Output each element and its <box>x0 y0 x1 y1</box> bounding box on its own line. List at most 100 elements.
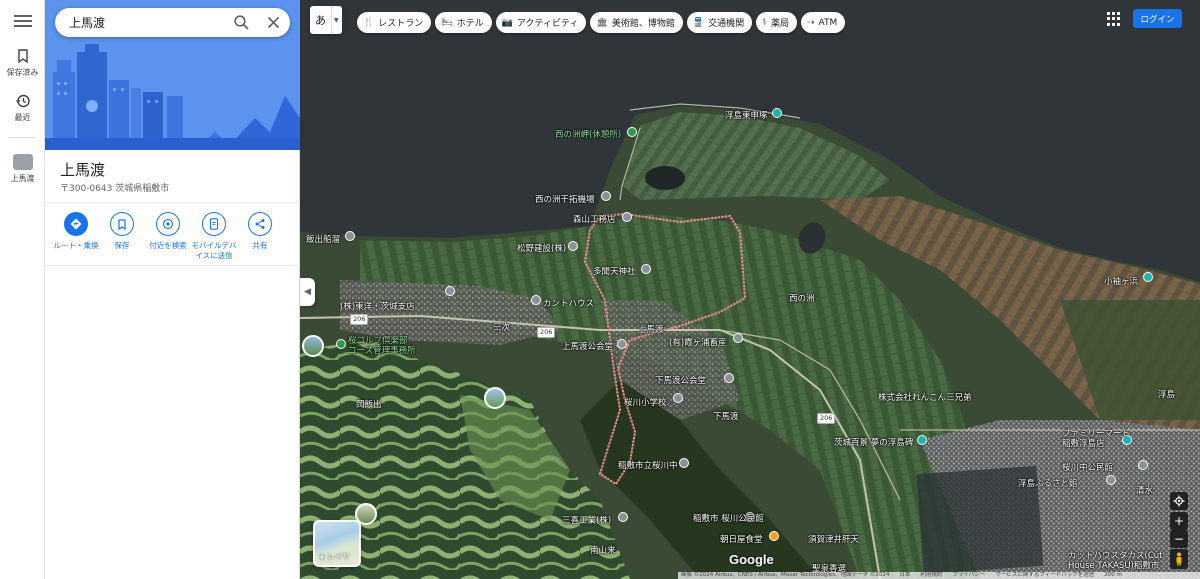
input-method-button[interactable]: あ ▼ <box>310 6 342 34</box>
map-label[interactable]: 桜川中公民館 <box>1062 461 1113 473</box>
share-button[interactable]: 共有 <box>237 212 283 261</box>
map-label[interactable]: ファミリーマート 稲敷浮島店 <box>1062 429 1130 449</box>
feedback-link[interactable]: サービスに関するフィードバックを送信 <box>995 572 1094 579</box>
map-pin[interactable] <box>772 108 782 118</box>
rail-recent[interactable]: 最近 <box>0 93 45 123</box>
terms-link[interactable]: 利用規約 <box>920 572 942 579</box>
map-pin[interactable] <box>622 212 632 222</box>
map-pin[interactable] <box>733 333 743 343</box>
map-label[interactable]: 西の洲干拓機場 <box>535 193 595 205</box>
menu-icon[interactable] <box>12 12 34 32</box>
map-pin[interactable] <box>445 286 455 296</box>
map-pin[interactable] <box>627 127 637 137</box>
search-icon[interactable] <box>233 14 250 31</box>
map-label[interactable]: 稲敷市立桜川中 <box>618 459 678 471</box>
map-pin[interactable] <box>673 393 683 403</box>
map-label[interactable]: 松野建設(株) <box>517 242 566 254</box>
rail-saved[interactable]: 保存済み <box>0 48 45 78</box>
map-label[interactable]: 西の洲岬(休憩所) <box>555 128 621 140</box>
photo-thumbnail[interactable] <box>484 387 506 409</box>
layers-button[interactable]: ◈ レイヤ <box>313 520 361 567</box>
chip-pharmacy[interactable]: ⚕ 薬局 <box>756 12 797 33</box>
chip-transit[interactable]: 🚆 交通機関 <box>686 12 753 33</box>
map-pin[interactable] <box>336 339 346 349</box>
map-pin[interactable] <box>679 458 689 468</box>
chip-label: ホテル <box>456 19 484 29</box>
close-icon[interactable] <box>265 14 282 31</box>
map-label[interactable]: (株)東洋・茨城支店 <box>340 300 415 312</box>
map-label[interactable]: 西の洲 <box>789 292 815 304</box>
map-pin[interactable] <box>601 191 611 201</box>
chip-activities[interactable]: 📷 アクティビティ <box>495 12 587 33</box>
map-label[interactable]: 三次 <box>493 321 510 333</box>
satellite-map[interactable]: 206 206 206 浮島東申塚 西の洲岬(休憩所) 西の洲干拓機場 森山工務… <box>300 0 1200 579</box>
map-label[interactable]: 飯出船溜 <box>306 233 340 245</box>
map-label[interactable]: 小袖ヶ浜 <box>1104 275 1138 287</box>
fork-knife-icon: 🍴 <box>363 17 375 28</box>
chip-restaurant[interactable]: 🍴 レストラン <box>357 12 432 33</box>
map-pin[interactable] <box>641 264 651 274</box>
rail-place[interactable]: 上馬渡 <box>0 154 45 184</box>
map-label[interactable]: 浮島東申塚 <box>725 109 768 121</box>
map-label[interactable]: 下馬渡 <box>713 410 739 422</box>
map-label[interactable]: 三喜工業(株) <box>562 514 611 526</box>
send-to-device-button[interactable]: モバイルデバイスに送信 <box>191 212 237 261</box>
museum-icon: 🏛 <box>596 17 608 28</box>
map-label[interactable]: 森山工務店 <box>573 213 616 225</box>
map-label[interactable]: 上馬渡 <box>638 323 664 335</box>
my-location-button[interactable] <box>1170 492 1188 510</box>
map-label[interactable]: 南山来 <box>590 544 616 556</box>
map-pin[interactable] <box>1106 475 1116 485</box>
map-pin[interactable] <box>531 295 541 305</box>
map-label[interactable]: 稲敷市 桜川公民館 <box>693 512 764 524</box>
nearby-button[interactable]: 付近を検索 <box>145 212 191 261</box>
map-pin[interactable] <box>1138 460 1148 470</box>
map-label[interactable]: カントハウス <box>543 297 594 309</box>
chip-label: 交通機関 <box>708 19 745 29</box>
collapse-panel-button[interactable]: ◀ <box>300 278 315 306</box>
login-button[interactable]: ログイン <box>1133 9 1182 28</box>
scale-label[interactable]: 200 m <box>1104 572 1122 579</box>
chip-atm[interactable]: ⇢ ATM <box>800 12 846 33</box>
map-pin[interactable] <box>724 373 734 383</box>
apps-grid-icon[interactable] <box>1107 12 1121 26</box>
map-label[interactable]: カットハウスタカス(Cut House TAKASU)稲敷市 <box>1068 551 1180 571</box>
layers-icon: ◈ <box>319 552 325 561</box>
map-label[interactable]: (有)霞ヶ浦畜産 <box>669 336 727 348</box>
map-pin[interactable] <box>769 531 779 541</box>
left-rail: 保存済み 最近 上馬渡 <box>0 0 45 579</box>
map-pin[interactable] <box>618 512 628 522</box>
nearby-search-icon <box>162 218 174 230</box>
map-pin[interactable] <box>917 435 927 445</box>
map-label[interactable]: 岡飯出 <box>356 398 382 410</box>
map-label[interactable]: 茨城百景 夢の浮島碑 <box>834 436 913 448</box>
map-pin[interactable] <box>345 231 355 241</box>
chip-hotel[interactable]: 🛏 ホテル <box>435 12 492 33</box>
privacy-link[interactable]: プライバシー <box>952 572 985 579</box>
map-label[interactable]: 須賀津井肝天 <box>808 533 859 545</box>
photo-thumbnail[interactable] <box>302 335 324 357</box>
route-shield: 206 <box>817 413 836 424</box>
chip-museum[interactable]: 🏛 美術館、博物館 <box>590 12 683 33</box>
bed-icon: 🛏 <box>441 17 453 28</box>
zoom-in-button[interactable]: + <box>1170 512 1188 530</box>
map-label[interactable]: 浮島 <box>1158 388 1175 400</box>
map-label[interactable]: 浮島ふるさと館 <box>1018 477 1078 489</box>
map-label[interactable]: 朝日屋食堂 <box>720 533 763 545</box>
save-button[interactable]: 保存 <box>99 212 145 261</box>
search-input[interactable] <box>69 15 229 30</box>
map-label[interactable]: 下馬渡公会堂 <box>655 374 706 386</box>
map-pin[interactable] <box>568 241 578 251</box>
map-label[interactable]: 株式会社れんこん三兄弟 <box>878 391 972 403</box>
zoom-out-button[interactable]: − <box>1170 530 1188 548</box>
map-label[interactable]: 桜ゴルフ倶楽部 コース管理事務所 <box>348 336 416 356</box>
map-label[interactable]: 清水 <box>1136 484 1153 496</box>
map-label[interactable]: 桜川小学校 <box>624 396 667 408</box>
map-label[interactable]: 上馬渡公会堂 <box>562 340 613 352</box>
directions-button[interactable]: ルート・乗換 <box>53 212 99 261</box>
map-pin[interactable] <box>617 339 627 349</box>
street-view-pegman[interactable] <box>1170 549 1188 569</box>
country-link[interactable]: 日本 <box>899 572 910 579</box>
map-label[interactable]: 多聞天神社 <box>593 265 636 277</box>
map-pin[interactable] <box>1143 272 1153 282</box>
